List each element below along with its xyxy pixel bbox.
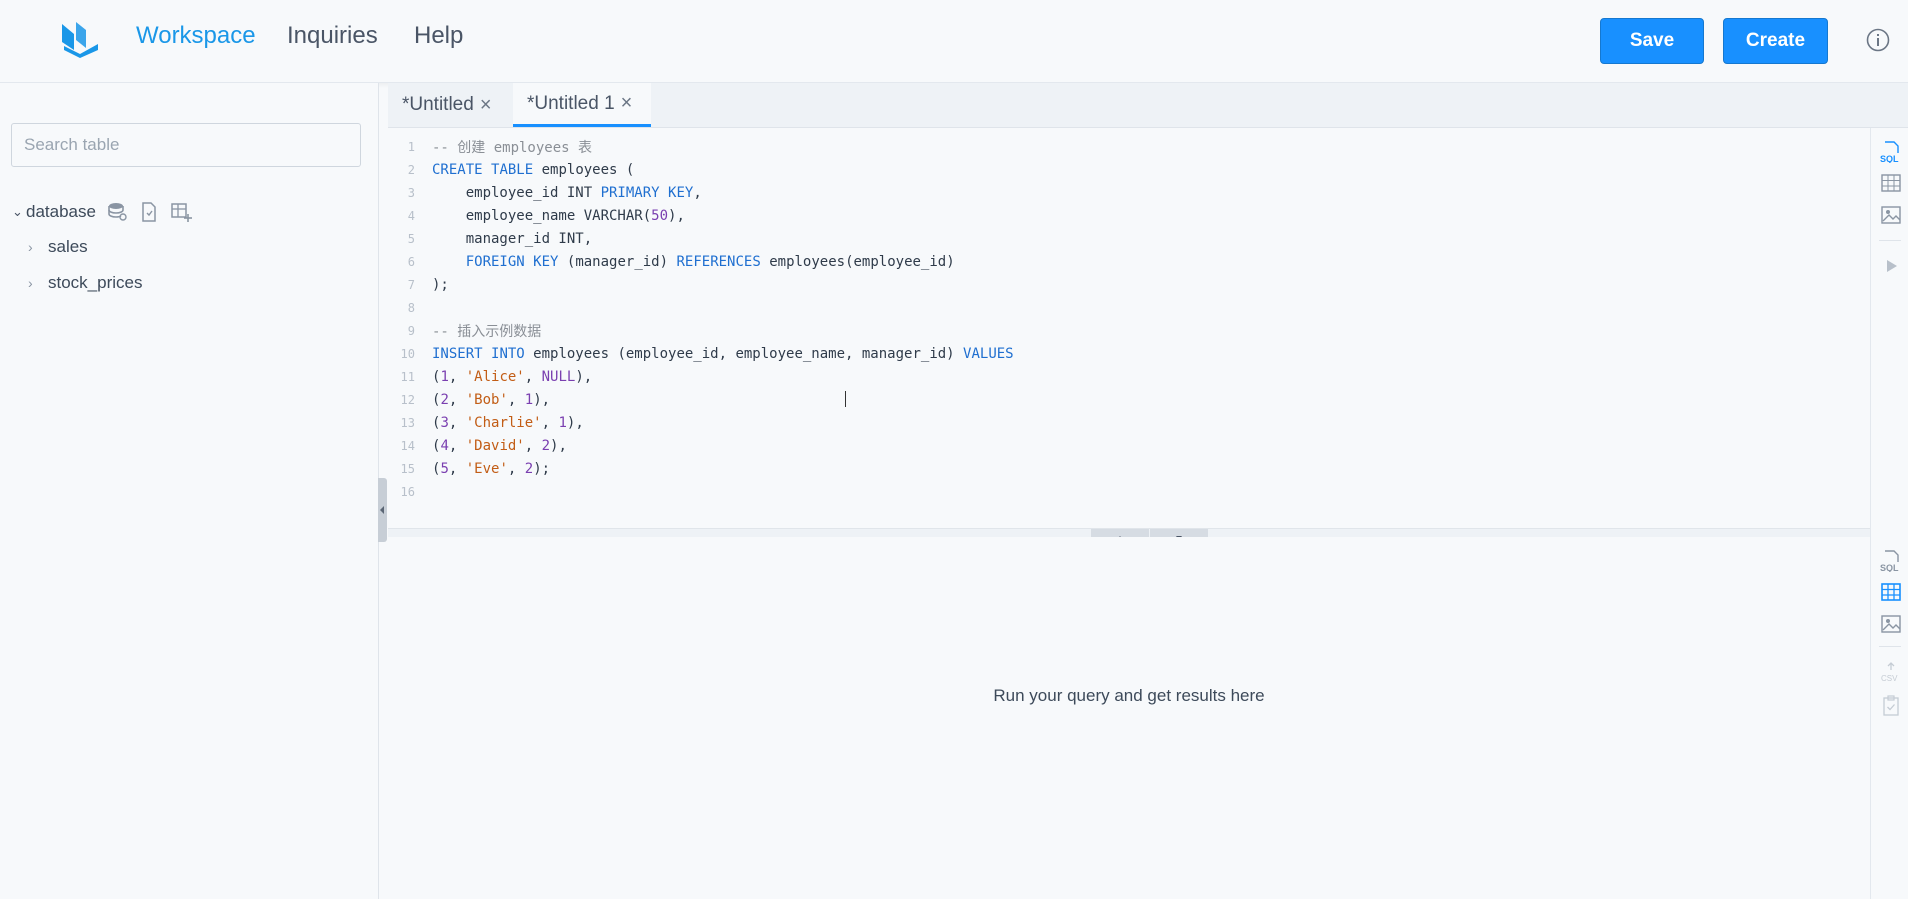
table-result-view-icon[interactable] <box>1880 581 1902 603</box>
table-node-sales[interactable]: › sales <box>28 237 88 257</box>
code-line: -- 创建 employees 表 <box>432 139 593 156</box>
nav-help[interactable]: Help <box>414 22 463 50</box>
code-line: ); <box>432 276 449 293</box>
line-number: 15 <box>400 461 415 476</box>
chevron-down-icon[interactable]: ⌄ <box>12 204 26 220</box>
run-query-icon[interactable] <box>1880 255 1902 277</box>
code-line: (3, 'Charlie', 1), <box>432 414 584 431</box>
code-line: (4, 'David', 2), <box>432 437 567 454</box>
line-number: 10 <box>400 346 415 361</box>
line-number: 5 <box>407 231 415 246</box>
line-number: 2 <box>407 162 415 177</box>
nav-workspace[interactable]: Workspace <box>136 22 256 50</box>
code-line: employee_name VARCHAR(50), <box>432 207 685 224</box>
tab-label: *Untitled <box>402 94 474 115</box>
line-number: 4 <box>407 208 415 223</box>
search-table-input[interactable]: Search table <box>11 123 361 167</box>
sidebar-collapse-handle[interactable] <box>378 478 387 542</box>
tab-untitled[interactable]: *Untitled × <box>388 83 512 127</box>
line-number: 1 <box>407 139 415 154</box>
chevron-right-icon[interactable]: › <box>28 239 42 255</box>
table-label: stock_prices <box>48 273 143 292</box>
line-number: 6 <box>407 254 415 269</box>
code-line: INSERT INTO employees (employee_id, empl… <box>432 345 1014 362</box>
line-number: 7 <box>407 277 415 292</box>
copy-clipboard-icon[interactable] <box>1880 694 1902 716</box>
chevron-right-icon[interactable]: › <box>28 275 42 291</box>
svg-text:SQL: SQL <box>1880 563 1899 572</box>
code-line: (1, 'Alice', NULL), <box>432 368 593 385</box>
line-number: 11 <box>400 369 415 384</box>
results-panel: Run your query and get results here <box>388 537 1870 899</box>
import-file-icon[interactable] <box>138 201 160 223</box>
database-stack-icon[interactable] <box>106 201 128 223</box>
text-cursor <box>845 391 848 407</box>
code-line: (2, 'Bob', 1), <box>432 391 551 408</box>
svg-text:SQL: SQL <box>1880 154 1899 163</box>
search-placeholder: Search table <box>24 135 120 154</box>
add-table-icon[interactable] <box>170 201 192 223</box>
line-number: 16 <box>400 484 415 499</box>
expand-up-button[interactable] <box>1091 529 1149 540</box>
database-label: database <box>26 202 96 221</box>
code-line: (5, 'Eve', 2); <box>432 460 551 477</box>
collapse-arrow-icon <box>380 506 384 514</box>
image-view-icon[interactable] <box>1880 204 1902 226</box>
line-number: 14 <box>400 438 415 453</box>
code-line: CREATE TABLE employees ( <box>432 161 635 178</box>
rail-divider <box>1879 646 1901 647</box>
line-number: 3 <box>407 185 415 200</box>
editor-tabs: *Untitled × *Untitled 1 × <box>388 83 1908 128</box>
close-icon[interactable]: × <box>621 92 633 115</box>
export-csv-icon[interactable]: CSV <box>1880 661 1902 683</box>
rail-divider <box>1879 240 1901 241</box>
image-result-view-icon[interactable] <box>1880 613 1902 635</box>
database-node[interactable]: ⌄ database <box>12 201 192 223</box>
info-icon[interactable] <box>1866 28 1890 52</box>
sidebar: Search table ⌄ database › sales › stock_… <box>0 83 379 899</box>
code-line: -- 插入示例数据 <box>432 323 542 340</box>
line-number: 12 <box>400 392 415 407</box>
code-line: manager_id INT, <box>432 230 593 247</box>
tab-label: *Untitled 1 <box>527 92 615 114</box>
expand-down-button[interactable] <box>1150 529 1208 540</box>
line-number: 13 <box>400 415 415 430</box>
code-line: FOREIGN KEY (manager_id) REFERENCES empl… <box>465 253 955 270</box>
nav-inquiries[interactable]: Inquiries <box>287 22 378 50</box>
close-icon[interactable]: × <box>480 94 492 117</box>
svg-text:CSV: CSV <box>1881 674 1898 683</box>
top-bar: Workspace Inquiries Help Save Create <box>0 0 1908 83</box>
sql-view-icon[interactable]: SQL <box>1880 141 1902 163</box>
sql-result-view-icon[interactable]: SQL <box>1880 550 1902 572</box>
save-button[interactable]: Save <box>1600 18 1704 64</box>
table-node-stock-prices[interactable]: › stock_prices <box>28 273 142 293</box>
tab-untitled-1[interactable]: *Untitled 1 × <box>513 83 651 127</box>
right-toolbar: SQL SQL CSV <box>1870 128 1908 899</box>
table-view-icon[interactable] <box>1880 172 1902 194</box>
create-button[interactable]: Create <box>1723 18 1828 64</box>
app-logo-icon[interactable] <box>60 20 100 58</box>
table-label: sales <box>48 237 88 256</box>
code-line: employee_id INT PRIMARY KEY, <box>432 184 702 201</box>
results-empty-message: Run your query and get results here <box>993 686 1265 705</box>
line-number: 8 <box>407 300 415 315</box>
sql-editor[interactable]: 1 -- 创建 employees 表 2 CREATE TABLE employe… <box>388 128 1870 528</box>
line-number: 9 <box>407 323 415 338</box>
